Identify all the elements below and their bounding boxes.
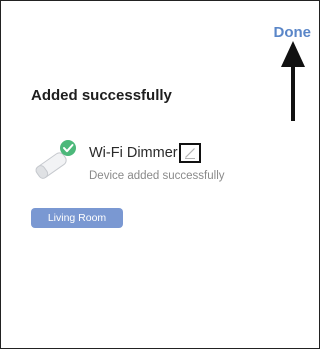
screen: Done Added successfully Wi-Fi Dimmer Dev… <box>0 0 320 349</box>
pencil-icon <box>184 148 195 159</box>
room-chip-living-room[interactable]: Living Room <box>31 208 123 228</box>
device-row: Wi-Fi Dimmer Device added successfully <box>31 138 301 188</box>
arrow-annotation-icon <box>281 41 305 121</box>
edit-name-button[interactable] <box>178 143 201 163</box>
device-name: Wi-Fi Dimmer <box>89 145 178 161</box>
done-button[interactable]: Done <box>274 24 312 41</box>
device-name-line: Wi-Fi Dimmer <box>89 143 201 163</box>
check-badge-icon <box>60 140 76 156</box>
page-title: Added successfully <box>31 87 172 104</box>
dimmer-device-icon <box>35 140 76 179</box>
device-status: Device added successfully <box>89 170 225 182</box>
